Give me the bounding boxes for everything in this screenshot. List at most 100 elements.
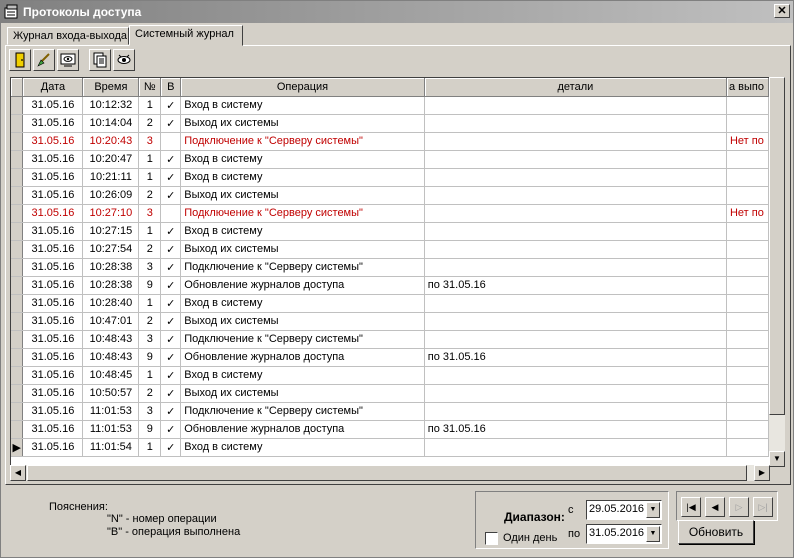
legend-title: Пояснения:: [49, 501, 108, 513]
cell-operation: Выход их системы: [180, 384, 425, 403]
table-row[interactable]: 31.05.16 10:20:43 3 Подключение к "Серверу …: [11, 132, 769, 151]
table-row[interactable]: 31.05.16 10:14:04 2 ✓ Выход их системы: [11, 114, 769, 133]
horizontal-scrollbar[interactable]: ◀ ▶: [10, 465, 770, 481]
tab-entry-exit-log[interactable]: Журнал входа-выхода: [7, 27, 129, 45]
last-record-button[interactable]: ▷|: [753, 497, 773, 517]
cell-number: 3: [138, 132, 162, 151]
date-from-field[interactable]: 29.05.2016 ▼: [586, 500, 662, 520]
first-record-button[interactable]: |◀: [681, 497, 701, 517]
table-row[interactable]: ▶ 31.05.16 11:01:54 1 ✓ Вход в систему: [11, 438, 769, 457]
cell-date: 31.05.16: [22, 294, 84, 313]
table-row[interactable]: 31.05.16 10:27:15 1 ✓ Вход в систему: [11, 222, 769, 241]
cell-number: 1: [138, 150, 162, 169]
cell-extra: [726, 438, 769, 457]
one-day-label[interactable]: Один день: [503, 532, 557, 544]
header-time[interactable]: Время: [82, 78, 140, 97]
table-row[interactable]: 31.05.16 10:47:01 2 ✓ Выход их системы: [11, 312, 769, 331]
cell-done: ✓: [160, 348, 182, 367]
print-button[interactable]: [89, 49, 111, 71]
tab-system-log[interactable]: Системный журнал: [129, 25, 243, 46]
table-row[interactable]: 31.05.16 10:28:40 1 ✓ Вход в систему: [11, 294, 769, 313]
cell-date: 31.05.16: [22, 132, 84, 151]
cell-number: 3: [138, 204, 162, 223]
header-details[interactable]: детали: [424, 78, 727, 97]
scroll-down-button[interactable]: ▼: [769, 451, 785, 467]
cell-details: [424, 114, 727, 133]
date-to-value: 31.05.2016: [589, 527, 645, 539]
cell-number: 2: [138, 186, 162, 205]
header-operation[interactable]: Операция: [180, 78, 425, 97]
view-screen-button[interactable]: [57, 49, 79, 71]
table-row[interactable]: 31.05.16 10:27:10 3 Подключение к "Серверу …: [11, 204, 769, 223]
table-row[interactable]: 31.05.16 10:20:47 1 ✓ Вход в систему: [11, 150, 769, 169]
cell-number: 1: [138, 438, 162, 457]
table-row[interactable]: 31.05.16 11:01:53 3 ✓ Подключение к "Серверу…: [11, 402, 769, 421]
row-indicator: [11, 150, 24, 169]
cell-time: 11:01:53: [82, 402, 140, 421]
date-to-field[interactable]: 31.05.2016 ▼: [586, 524, 662, 544]
table-row[interactable]: 31.05.16 10:48:43 9 ✓ Обновление журналов до…: [11, 348, 769, 367]
table-row[interactable]: 31.05.16 10:48:45 1 ✓ Вход в систему: [11, 366, 769, 385]
table-row[interactable]: 31.05.16 10:28:38 3 ✓ Подключение к "Серверу…: [11, 258, 769, 277]
scroll-left-button[interactable]: ◀: [10, 465, 26, 481]
cell-time: 10:21:11: [82, 168, 140, 187]
prev-record-button[interactable]: ◀: [705, 497, 725, 517]
scroll-right-button[interactable]: ▶: [754, 465, 770, 481]
next-record-button[interactable]: ▷: [729, 497, 749, 517]
access-protocols-window: Протоколы доступа ✕ Журнал входа-выхода …: [0, 0, 794, 558]
table-row[interactable]: 31.05.16 10:50:57 2 ✓ Выход их системы: [11, 384, 769, 403]
date-range-group: Диапазон: с по 29.05.2016 ▼ 31.05.2016 ▼…: [475, 491, 669, 549]
cell-number: 9: [138, 420, 162, 439]
cell-operation: Вход в систему: [180, 168, 425, 187]
header-extra[interactable]: а выпо: [726, 78, 769, 97]
row-indicator: [11, 186, 24, 205]
cell-time: 10:14:04: [82, 114, 140, 133]
date-to-dropdown[interactable]: ▼: [646, 526, 660, 542]
header-done[interactable]: В: [160, 78, 182, 97]
header-number[interactable]: №: [138, 78, 162, 97]
vertical-scroll-thumb[interactable]: [769, 77, 785, 415]
cell-extra: [726, 276, 769, 295]
vertical-scrollbar[interactable]: ▲ ▼: [769, 77, 785, 467]
table-row[interactable]: 31.05.16 10:28:38 9 ✓ Обновление журналов до…: [11, 276, 769, 295]
cell-date: 31.05.16: [22, 384, 84, 403]
refresh-button[interactable]: Обновить: [678, 520, 754, 544]
table-row[interactable]: 31.05.16 10:48:43 3 ✓ Подключение к "Серверу…: [11, 330, 769, 349]
date-from-value: 29.05.2016: [589, 503, 645, 515]
cell-done: ✓: [160, 330, 182, 349]
cell-date: 31.05.16: [22, 366, 84, 385]
date-from-dropdown[interactable]: ▼: [646, 502, 660, 518]
cell-details: по 31.05.16: [424, 276, 727, 295]
preview-button[interactable]: [113, 49, 135, 71]
table-row[interactable]: 31.05.16 10:12:32 1 ✓ Вход в систему: [11, 96, 769, 115]
cell-date: 31.05.16: [22, 168, 84, 187]
table-row[interactable]: 31.05.16 10:27:54 2 ✓ Выход их системы: [11, 240, 769, 259]
table-row[interactable]: 31.05.16 10:21:11 1 ✓ Вход в систему: [11, 168, 769, 187]
cell-time: 10:48:43: [82, 330, 140, 349]
cell-details: [424, 258, 727, 277]
close-button[interactable]: ✕: [774, 4, 790, 18]
table-row[interactable]: 31.05.16 10:26:09 2 ✓ Выход их системы: [11, 186, 769, 205]
cell-extra: [726, 240, 769, 259]
bottom-panel: Пояснения: "N" - номер операции "B" - оп…: [1, 487, 793, 557]
row-indicator: [11, 384, 24, 403]
table-row[interactable]: 31.05.16 11:01:53 9 ✓ Обновление журналов до…: [11, 420, 769, 439]
cell-operation: Выход их системы: [180, 114, 425, 133]
cell-done: ✓: [160, 366, 182, 385]
cell-date: 31.05.16: [22, 222, 84, 241]
cell-number: 2: [138, 240, 162, 259]
cell-operation: Вход в систему: [180, 438, 425, 457]
row-indicator: [11, 366, 24, 385]
row-indicator: [11, 204, 24, 223]
cell-extra: [726, 150, 769, 169]
cell-done: [160, 132, 182, 151]
one-day-checkbox[interactable]: [485, 532, 498, 545]
legend-done: "B" - операция выполнена: [107, 526, 241, 538]
cell-done: ✓: [160, 96, 182, 115]
exit-button[interactable]: [9, 49, 31, 71]
header-date[interactable]: Дата: [22, 78, 84, 97]
clear-button[interactable]: [33, 49, 55, 71]
horizontal-scroll-thumb[interactable]: [27, 465, 747, 481]
cell-done: ✓: [160, 384, 182, 403]
system-log-grid[interactable]: Дата Время № В Операция детали а выпо 31…: [10, 77, 770, 467]
